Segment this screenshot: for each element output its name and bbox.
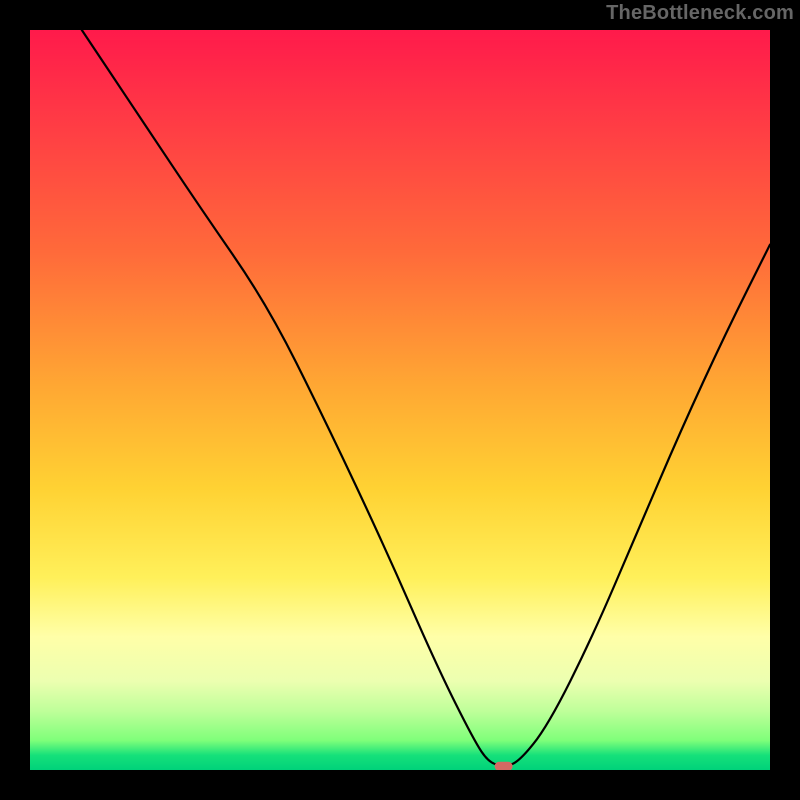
optimum-marker — [495, 762, 513, 770]
curve-svg — [30, 30, 770, 770]
plot-area — [30, 30, 770, 770]
bottleneck-curve-path — [82, 30, 770, 765]
watermark-text: TheBottleneck.com — [606, 2, 794, 25]
chart-frame: TheBottleneck.com — [0, 0, 800, 800]
